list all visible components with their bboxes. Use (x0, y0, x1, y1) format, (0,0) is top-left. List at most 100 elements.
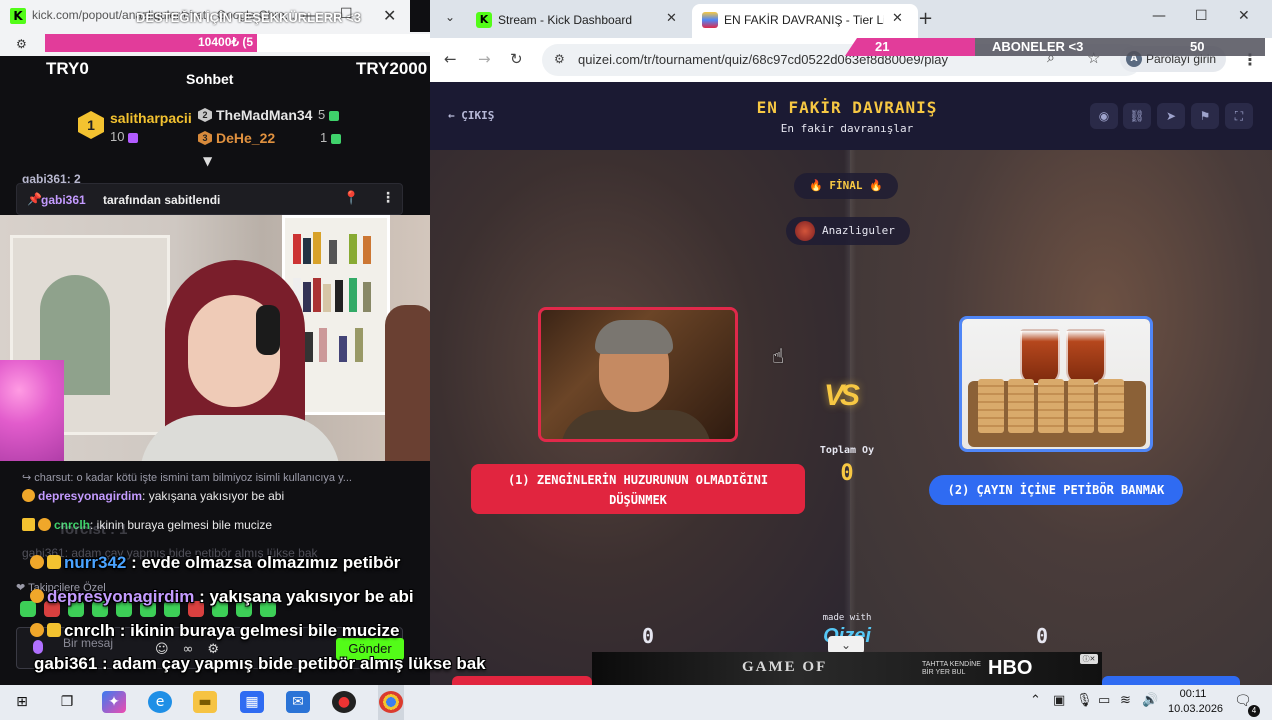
obs-icon[interactable]: ● (332, 691, 356, 713)
windows-start-icon[interactable]: ⊞ (10, 691, 34, 713)
store-icon[interactable]: ▦ (240, 691, 264, 713)
tab-quiz[interactable]: EN FAKİR DAVRANIŞ - Tier List, ✕ (692, 4, 918, 38)
overlay-message: : adam çay yapmış bide petibör almış lük… (97, 654, 486, 673)
tab-title: EN FAKİR DAVRANIŞ - Tier List, (724, 13, 884, 27)
chat-header: TRY0 Sohbet TRY2000 (8, 56, 427, 96)
pink-lamp (0, 360, 64, 461)
task-view-icon[interactable]: ❐ (55, 691, 79, 713)
webcam-overlay (0, 215, 430, 461)
hbo-advertisement[interactable]: GAME OF TAHTTA KENDİNE BİR YER BUL HBO ⓘ… (592, 652, 1102, 685)
adchoices-icon[interactable]: ⓘ✕ (1080, 654, 1098, 664)
mail-icon[interactable]: ✉ (286, 691, 310, 713)
edge-icon[interactable]: e (148, 691, 172, 713)
overlay-message: : evde olmazsa olmazımız petibör (126, 553, 401, 572)
biscuit (1008, 379, 1034, 433)
microphone-icon[interactable]: 🎙 (1076, 693, 1093, 708)
emote-icon (30, 589, 44, 603)
choice-left-button[interactable]: (1) ZENGİNLERİN HUZURUNUN OLMADIĞINI DÜŞ… (471, 464, 805, 514)
ad-show-title: GAME OF (742, 659, 828, 675)
leader-3-count: 1 (320, 130, 342, 145)
chat-message: depresyonagirdim: yakışana yakısıyor be … (22, 489, 284, 503)
round-badge: 🔥 FİNAL 🔥 (794, 173, 898, 199)
volume-icon[interactable]: 🔊 (1142, 693, 1158, 708)
pin-icon: 📌 (27, 192, 42, 206)
reload-icon[interactable]: ↻ (510, 50, 523, 68)
hand-cursor-icon: ☝ (772, 344, 785, 368)
donation-goal-text: 10400₺ (5 (198, 35, 254, 49)
tab-kick-dashboard[interactable]: K Stream - Kick Dashboard ✕ (466, 4, 692, 38)
tab-strip: ⌄ K Stream - Kick Dashboard ✕ EN FAKİR D… (430, 0, 1272, 38)
rank-3-badge: 3 (198, 131, 212, 145)
close-icon[interactable]: ✕ (383, 6, 396, 25)
leader-3-count-value: 1 (320, 130, 328, 145)
popup-titlebar: K kick.com/popout/anazliguler/chat - Goo… (0, 0, 410, 32)
flag-icon[interactable]: ⚑ (1191, 103, 1219, 129)
fullscreen-icon[interactable]: ⛶ (1225, 103, 1253, 129)
mic-icon[interactable] (33, 640, 43, 654)
file-explorer-icon[interactable]: ▬ (193, 691, 217, 713)
new-tab-icon[interactable]: + (918, 8, 933, 29)
copilot-icon[interactable]: ✦ (102, 691, 126, 713)
choice-right-button[interactable]: (2) ÇAYIN İÇİNE PETİBÖR BANMAK (929, 475, 1183, 505)
leader-2-name[interactable]: TheMadMan34 (216, 107, 312, 123)
chat-username[interactable]: depresyonagirdim (38, 489, 142, 503)
ghost-text: forcist : 1 (60, 521, 128, 538)
clock[interactable]: 00:11 10.03.2026 (1168, 687, 1223, 717)
biscuit (978, 379, 1004, 433)
versus-badge: VS (824, 379, 860, 412)
overlay-chat-line: nurr342 : evde olmazsa olmazımız petibör (30, 553, 400, 573)
back-icon[interactable]: ← (444, 50, 457, 68)
minimize-icon[interactable]: — (302, 8, 316, 24)
forward-icon[interactable]: → (478, 50, 491, 68)
eye-icon[interactable]: ◉ (1090, 103, 1118, 129)
pinned-by-user[interactable]: gabi361 (41, 193, 86, 207)
leader-3-name[interactable]: DeHe_22 (216, 130, 275, 146)
tab-title: Stream - Kick Dashboard (498, 13, 633, 27)
right-score: 0 (1036, 624, 1049, 648)
leader-2-count: 5 (318, 107, 340, 122)
tea-glass (1020, 329, 1060, 385)
site-info-icon[interactable]: ⚙ (554, 52, 565, 66)
link-icon[interactable]: ⛓ (1123, 103, 1151, 129)
photo-jacket (561, 410, 711, 439)
camera-icon[interactable]: ▣ (1053, 693, 1065, 708)
rank-badge-icon (47, 623, 61, 637)
pinned-by-text: tarafından sabitlendi (103, 193, 221, 207)
donation-goal-bar: 10400₺ (5 (45, 34, 430, 52)
biscuit (1068, 379, 1094, 433)
gift-icon (128, 132, 139, 143)
subscriber-goal-label: ABONELER <3 (992, 39, 1084, 54)
choice-right-image[interactable] (959, 316, 1153, 452)
pinned-message-bar[interactable]: 📌 gabi361 tarafından sabitlendi 📍 ⋮ (16, 183, 403, 215)
close-icon[interactable]: ✕ (1238, 8, 1250, 24)
try-right-amount: TRY2000 (356, 59, 428, 78)
chrome-icon[interactable] (379, 691, 403, 713)
overlay-message: : yakışana yakısıyor be abi (194, 587, 414, 606)
rank-1-badge: 1 (78, 111, 104, 139)
unpin-icon[interactable]: 📍 (343, 191, 359, 206)
show-hidden-icons[interactable]: ⌃ (1030, 693, 1041, 708)
site-settings-icon[interactable]: ⚙ (16, 37, 27, 51)
share-icon[interactable]: ➤ (1157, 103, 1185, 129)
gift-icon (329, 110, 340, 121)
close-tab-icon[interactable]: ✕ (666, 11, 677, 26)
subscriber-goal-bar: 21 ABONELER <3 50 (845, 38, 1265, 56)
close-tab-icon[interactable]: ✕ (892, 11, 903, 26)
tea-glass (1066, 329, 1106, 385)
display-icon[interactable]: ▭ (1098, 693, 1110, 708)
wifi-icon[interactable]: ≋ (1120, 693, 1131, 708)
minimize-icon[interactable]: — (1152, 8, 1166, 24)
left-score: 0 (642, 624, 655, 648)
left-strip (452, 676, 592, 685)
more-options-icon[interactable]: ⋮ (381, 190, 395, 206)
expand-leaderboard-icon[interactable]: ▼ (203, 154, 212, 168)
host-avatar (795, 221, 815, 241)
maximize-icon[interactable]: ☐ (1195, 8, 1208, 24)
maximize-icon[interactable]: ☐ (340, 6, 353, 22)
leader-1-name[interactable]: salitharpacii (110, 110, 192, 126)
ad-tagline: TAHTTA KENDİNE BİR YER BUL (922, 661, 981, 676)
choice-left-image[interactable] (538, 307, 738, 442)
notification-count: 4 (1248, 705, 1260, 717)
tab-search-icon[interactable]: ⌄ (440, 10, 460, 30)
leader-1-count-value: 10 (110, 129, 125, 144)
